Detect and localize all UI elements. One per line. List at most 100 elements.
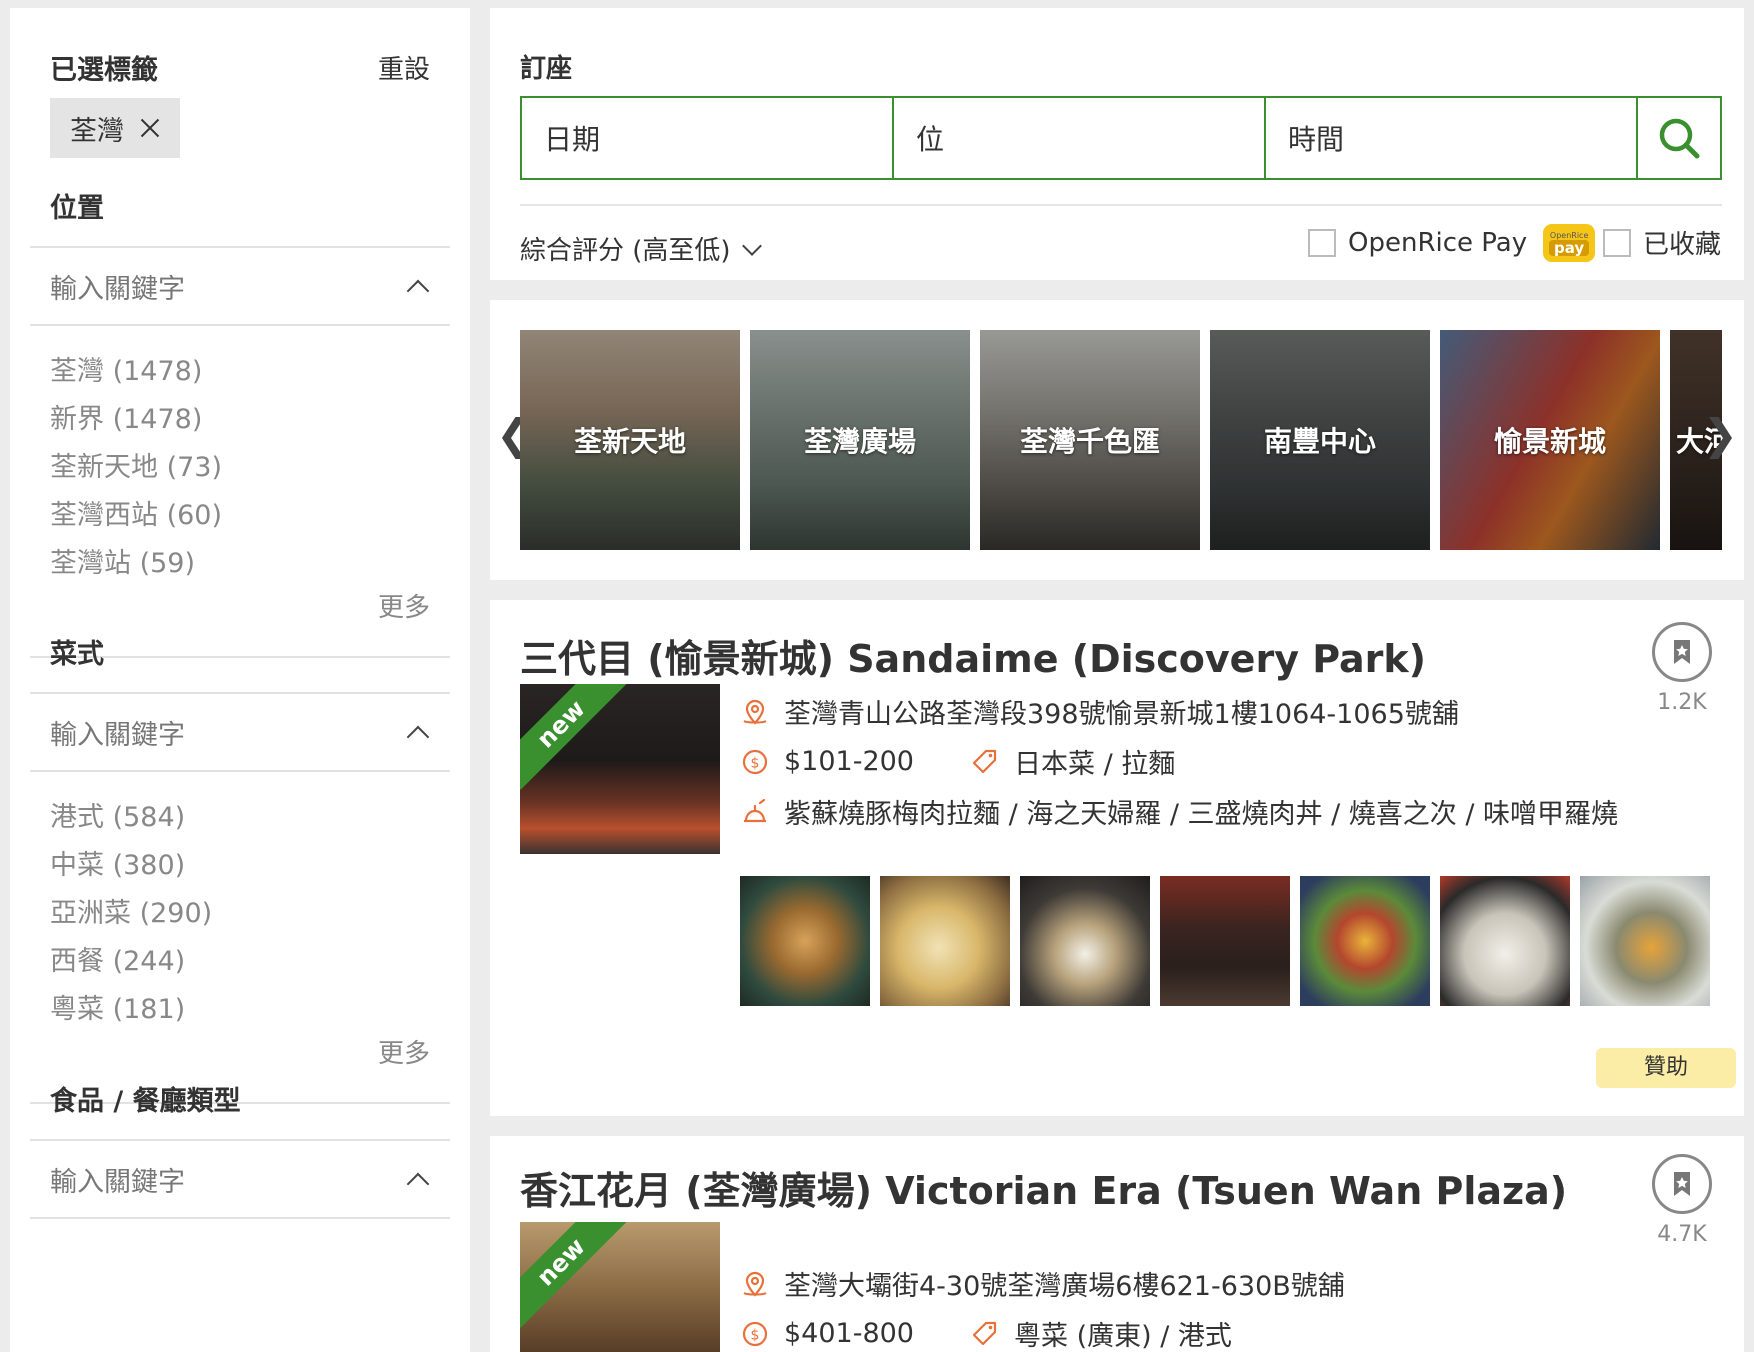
location-option[interactable]: 新界 (1478) — [50, 396, 430, 444]
mall-card[interactable]: 荃灣廣場 — [750, 330, 970, 550]
seats-select[interactable]: 位 — [894, 98, 1266, 178]
dish-type-keyword-placeholder: 輸入關鍵字 — [50, 1166, 185, 1198]
mall-name: 荃灣千色匯 — [1019, 425, 1160, 458]
bookmark-icon — [1674, 1172, 1690, 1196]
bookmark-button[interactable] — [1652, 1154, 1712, 1214]
price-cuisine-row: $ $101-200 日本菜 / 拉麵 — [740, 742, 1175, 781]
bookmark-icon — [1674, 640, 1690, 664]
location-keyword-placeholder: 輸入關鍵字 — [50, 273, 185, 305]
food-photo[interactable] — [740, 876, 870, 1006]
restaurant-thumbnail[interactable]: new — [520, 684, 720, 854]
dishes-row: 紫蘇燒豚梅肉拉麵 / 海之天婦羅 / 三盛燒肉丼 / 燒喜之次 / 味噌甲羅燒 — [740, 792, 1618, 831]
restaurant-card[interactable]: 三代目 (愉景新城) Sandaime (Discovery Park) 1.2… — [490, 600, 1744, 1116]
close-icon[interactable] — [140, 118, 160, 138]
booking-title: 訂座 — [520, 54, 573, 84]
restaurant-thumbnail[interactable]: new — [520, 1222, 720, 1352]
dish-type-keyword-input[interactable]: 輸入關鍵字 — [30, 1141, 450, 1219]
sort-dropdown[interactable]: 綜合評分 (高至低) — [520, 230, 762, 267]
openrice-pay-label: OpenRice Pay — [1348, 228, 1528, 258]
reset-button[interactable]: 重設 — [378, 49, 430, 86]
mall-card[interactable]: 荃灣千色匯 — [980, 330, 1200, 550]
price-icon: $ — [740, 1319, 770, 1349]
mall-card[interactable]: 南豐中心 — [1210, 330, 1430, 550]
mall-card[interactable]: 荃新天地 — [520, 330, 740, 550]
cuisine-option[interactable]: 中菜 (380) — [50, 842, 430, 890]
price-cuisine-row: $ $401-800 粵菜 (廣東) / 港式 — [740, 1314, 1232, 1352]
mall-name: 荃新天地 — [573, 425, 686, 458]
booking-panel: 訂座 日期 位 時間 綜合評分 (高至低) OpenRice Pay OpenR… — [490, 8, 1744, 280]
filter-sidebar: 已選標籤 重設 荃灣 位置 輸入關鍵字 荃灣 (1478) 新界 (1478) … — [10, 8, 470, 1352]
sort-label: 綜合評分 (高至低) — [520, 236, 731, 266]
location-keyword-input[interactable]: 輸入關鍵字 — [30, 248, 450, 326]
dish-icon — [740, 797, 770, 827]
tag-icon — [970, 1319, 1000, 1349]
location-option[interactable]: 荃灣站 (59) — [50, 540, 430, 588]
cuisine-option[interactable]: 亞洲菜 (290) — [50, 890, 430, 938]
search-icon — [1659, 118, 1700, 159]
location-option[interactable]: 荃灣西站 (60) — [50, 492, 430, 540]
restaurant-address: 荃灣青山公路荃灣段398號愉景新城1樓1064-1065號舖 — [784, 699, 1459, 730]
svg-text:$: $ — [751, 1327, 760, 1343]
price-range: $101-200 — [784, 746, 914, 777]
food-photo[interactable] — [1160, 876, 1290, 1006]
photo-strip — [740, 876, 1710, 1006]
restaurant-address: 荃灣大壩街4-30號荃灣廣場6樓621-630B號舖 — [784, 1271, 1345, 1302]
selected-tag-label: 荃灣 — [70, 115, 124, 147]
tag-icon — [970, 747, 1000, 777]
signature-dishes: 紫蘇燒豚梅肉拉麵 / 海之天婦羅 / 三盛燒肉丼 / 燒喜之次 / 味噌甲羅燒 — [784, 799, 1619, 830]
location-title: 位置 — [50, 193, 104, 224]
mall-carousel: ❮ 荃新天地 荃灣廣場 荃灣千色匯 南豐中心 愉景新城 大河 ❯ — [490, 300, 1744, 580]
cuisine-option[interactable]: 港式 (584) — [50, 794, 430, 842]
openrice-search-page: 已選標籤 重設 荃灣 位置 輸入關鍵字 荃灣 (1478) 新界 (1478) … — [0, 0, 1754, 1352]
food-photo[interactable] — [1020, 876, 1150, 1006]
mall-name: 荃灣廣場 — [803, 425, 916, 458]
cuisine-keyword-input[interactable]: 輸入關鍵字 — [30, 694, 450, 772]
booking-bar: 日期 位 時間 — [520, 96, 1722, 180]
chevron-up-icon[interactable] — [406, 725, 430, 749]
mall-card[interactable]: 愉景新城 — [1440, 330, 1660, 550]
address-row: 荃灣大壩街4-30號荃灣廣場6樓621-630B號舖 — [740, 1264, 1345, 1303]
cuisine-option[interactable]: 西餐 (244) — [50, 938, 430, 986]
bookmarked-filter[interactable]: 已收藏 — [1603, 224, 1721, 261]
openrice-pay-checkbox[interactable] — [1308, 229, 1336, 257]
mall-name: 愉景新城 — [1493, 425, 1606, 458]
price-range: $401-800 — [784, 1318, 914, 1349]
dish-type-filter: 食品 / 餐廳類型 輸入關鍵字 — [30, 1075, 450, 1219]
mall-name: 南豐中心 — [1263, 425, 1376, 458]
restaurant-name[interactable]: 香江花月 (荃灣廣場) Victorian Era (Tsuen Wan Pla… — [520, 1160, 1567, 1215]
bookmark-count: 4.7K — [1657, 1222, 1707, 1247]
chevron-down-icon — [741, 235, 762, 256]
time-select[interactable]: 時間 — [1266, 98, 1638, 178]
location-filter: 位置 輸入關鍵字 荃灣 (1478) 新界 (1478) 荃新天地 (73) 荃… — [30, 182, 450, 658]
chevron-up-icon[interactable] — [406, 1172, 430, 1196]
cuisine-option[interactable]: 粵菜 (181) — [50, 986, 430, 1034]
chevron-up-icon[interactable] — [406, 279, 430, 303]
food-photo[interactable] — [880, 876, 1010, 1006]
bookmarked-checkbox[interactable] — [1603, 228, 1631, 257]
selected-tags-header: 已選標籤 重設 — [50, 48, 430, 87]
carousel-next-button[interactable]: ❯ — [1703, 410, 1738, 459]
time-label: 時間 — [1288, 123, 1345, 156]
location-option[interactable]: 荃灣 (1478) — [50, 348, 430, 396]
search-button[interactable] — [1638, 98, 1720, 178]
location-option[interactable]: 荃新天地 (73) — [50, 444, 430, 492]
bookmark-count: 1.2K — [1657, 690, 1707, 715]
openrice-pay-filter[interactable]: OpenRice Pay OpenRice pay — [1308, 224, 1596, 262]
restaurant-name[interactable]: 三代目 (愉景新城) Sandaime (Discovery Park) — [520, 628, 1426, 683]
food-photo[interactable] — [1440, 876, 1570, 1006]
dish-type-title: 食品 / 餐廳類型 — [50, 1086, 241, 1117]
new-badge: new — [520, 684, 627, 790]
date-select[interactable]: 日期 — [522, 98, 894, 178]
food-photo[interactable] — [1300, 876, 1430, 1006]
cuisine-filter: 菜式 輸入關鍵字 港式 (584) 中菜 (380) 亞洲菜 (290) 西餐 … — [30, 628, 450, 1104]
restaurant-card[interactable]: 香江花月 (荃灣廣場) Victorian Era (Tsuen Wan Pla… — [490, 1136, 1744, 1352]
selected-tag-chip[interactable]: 荃灣 — [50, 98, 180, 158]
bookmarked-label: 已收藏 — [1643, 230, 1722, 260]
cuisine-types: 日本菜 / 拉麵 — [1014, 749, 1176, 780]
openrice-pay-logo: OpenRice pay — [1543, 224, 1596, 262]
svg-text:$: $ — [751, 755, 760, 771]
mall-track: 荃新天地 荃灣廣場 荃灣千色匯 南豐中心 愉景新城 大河 — [520, 330, 1722, 550]
bookmark-button[interactable] — [1652, 622, 1712, 682]
location-pin-icon — [740, 697, 770, 727]
food-photo[interactable] — [1580, 876, 1710, 1006]
